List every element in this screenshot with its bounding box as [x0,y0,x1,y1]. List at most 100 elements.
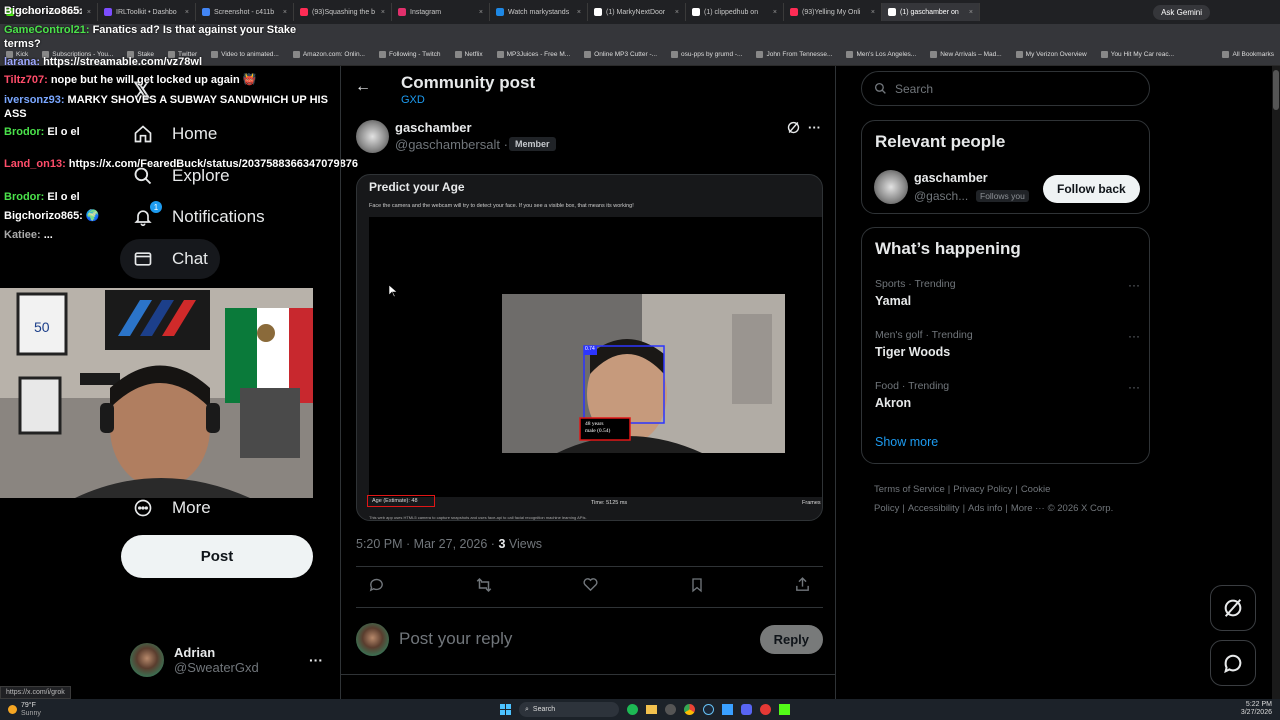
chat-username: Tiltz707: [4,74,48,86]
bookmark-item[interactable]: My Verizon Overview [1015,51,1087,58]
chat-message: Katiee:... [4,228,329,242]
post-more-icon[interactable]: ··· [808,120,821,135]
discord-icon[interactable] [741,704,752,715]
app-icon[interactable] [722,704,733,715]
ask-gemini-button[interactable]: Ask Gemini [1153,4,1210,20]
reply-input[interactable]: Post your reply [399,629,750,649]
close-icon[interactable]: × [577,9,581,16]
weather-desc: Sunny [21,709,41,717]
bookmark-item[interactable]: Men's Los Angeles... [846,51,916,58]
bookmark-item[interactable]: All Bookmarks [1222,51,1274,58]
chat-username: iversonz93: [4,94,65,106]
community-name-link[interactable]: GXD [401,94,425,106]
relevant-people-title: Relevant people [875,132,1006,151]
post-button[interactable]: Post [121,535,313,578]
start-icon[interactable] [500,704,511,715]
footer-link[interactable]: Privacy Policy [953,484,1012,495]
taskbar-clock[interactable]: 5:22 PM 3/27/2026 [1241,701,1272,717]
grok-button[interactable] [1210,585,1256,631]
share-icon[interactable] [794,576,811,598]
bookmark-item[interactable]: Online MP3 Cutter -... [584,51,657,58]
search-icon: ⌕ [525,705,529,713]
bookmark-item[interactable]: Netflix [454,51,483,58]
scrollbar-thumb[interactable] [1273,70,1279,110]
trend-item[interactable]: Men's golf · Trending Tiger Woods ··· [875,329,1140,359]
kick-icon[interactable] [779,704,790,715]
person-name[interactable]: gaschamber [914,171,988,185]
person-avatar[interactable] [874,170,908,204]
nav-chat[interactable]: Chat [120,239,220,279]
clock-time: 5:22 PM [1245,701,1272,708]
frames-label: Frames [802,500,821,506]
bookmark-item[interactable]: osu-pps by grumd -... [671,51,742,58]
footer-separator: | [1015,484,1018,495]
file-explorer-icon[interactable] [646,705,657,714]
browser-tab[interactable]: Watch markystands × [490,3,588,21]
chrome-icon[interactable] [684,704,695,715]
browser-tab[interactable]: (1) gaschamber on × [882,3,980,21]
grok-icon[interactable] [786,120,801,140]
repost-icon[interactable] [475,576,493,599]
trend-item[interactable]: Sports · Trending Yamal ··· [875,278,1140,308]
footer-link[interactable]: Accessibility [908,503,960,514]
author-handle[interactable]: @gaschambersalt · [395,137,508,152]
trend-item[interactable]: Food · Trending Akron ··· [875,380,1140,410]
back-arrow-icon[interactable]: ← [355,78,371,96]
browser-tab[interactable]: (93)Yelling My Onli × [784,3,882,21]
footer-link[interactable]: More ··· [1011,503,1045,514]
taskbar-search[interactable]: ⌕ Search [519,702,619,717]
close-icon[interactable]: × [969,9,973,16]
chat-username: Bigchorizo865: [4,210,83,222]
close-icon[interactable]: × [675,9,679,16]
post-media-image[interactable]: Predict your Age Face the camera and the… [356,174,823,521]
like-icon[interactable] [582,576,599,598]
messages-button[interactable] [1210,640,1256,686]
chat-username: GameControl21: [4,24,90,36]
bookmark-item[interactable]: Following - Twitch [378,51,441,58]
follow-back-button[interactable]: Follow back [1043,175,1140,203]
author-name[interactable]: gaschamber [395,120,472,135]
chat-message: Brodor: El o el [4,125,329,139]
browser-tab[interactable]: (1) MarkyNextDoor × [588,3,686,21]
weather-widget[interactable]: 79°F Sunny [8,702,41,718]
bookmark-item[interactable]: You Hit My Car reac... [1100,51,1174,58]
scrollbar[interactable] [1272,66,1280,699]
bookmark-item[interactable]: MP3Juices - Free M... [496,51,570,58]
reply-composer: Post your reply Reply [356,619,823,659]
media-instruction: Face the camera and the webcam will try … [369,203,634,209]
chat-text: https://x.com/FearedBuck/status/20375883… [68,158,358,170]
clock-date: 3/27/2026 [1240,709,1272,716]
reply-avatar [356,622,389,656]
footer-link[interactable]: © 2026 X Corp. [1048,503,1114,514]
close-icon[interactable]: × [773,9,777,16]
spotify-icon[interactable] [627,704,638,715]
tab-favicon-icon [594,8,602,16]
footer-link[interactable]: Ads info [968,503,1002,514]
bookmark-item[interactable]: John From Tennesse... [756,51,832,58]
app-icon[interactable] [760,704,771,715]
trend-more-icon[interactable]: ··· [1128,380,1140,394]
trend-more-icon[interactable]: ··· [1128,329,1140,343]
browser-tab[interactable]: Instagram × [392,3,490,21]
trend-more-icon[interactable]: ··· [1128,278,1140,292]
chat-username: Brodor: [4,126,45,138]
reply-icon[interactable] [368,576,385,598]
chat-message: Bigchorizo865: 🌍 [4,209,329,223]
close-icon[interactable]: × [871,9,875,16]
account-menu-icon[interactable]: ··· [309,652,323,668]
show-more-link[interactable]: Show more [875,435,938,449]
search-input[interactable]: Search [861,71,1150,106]
obs-icon[interactable] [665,704,676,715]
tab-favicon-icon [790,8,798,16]
close-icon[interactable]: × [381,9,385,16]
browser-tab[interactable]: (1) clippedhub on × [686,3,784,21]
bookmark-icon[interactable] [689,577,705,598]
close-icon[interactable]: × [479,9,483,16]
bookmark-item[interactable]: New Arrivals – Mad... [930,51,1002,58]
account-switcher[interactable]: Adrian @SweaterGxd [130,643,259,677]
chat-bubble-icon [1224,654,1242,674]
steam-icon[interactable] [703,704,714,715]
reply-button[interactable]: Reply [759,624,823,654]
author-avatar[interactable] [356,120,389,153]
footer-link[interactable]: Terms of Service [874,484,945,495]
